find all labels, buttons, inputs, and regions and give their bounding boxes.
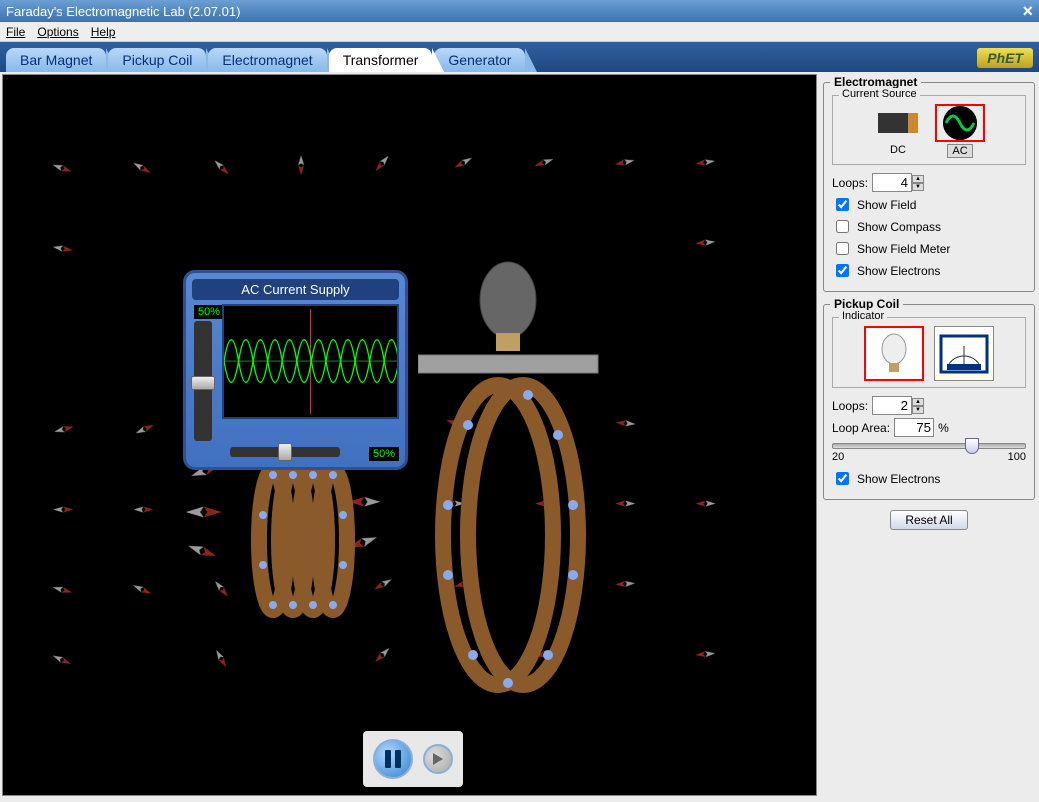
current-source-group: Current Source DC AC <box>832 95 1026 165</box>
em-loops-down[interactable]: ▼ <box>912 183 924 191</box>
ac-current-supply[interactable]: AC Current Supply 50% 50% <box>183 270 408 470</box>
show-field-checkbox[interactable]: Show Field <box>832 195 1026 214</box>
loop-area-label: Loop Area: <box>832 421 890 435</box>
pc-loops-spinner[interactable]: ▲▼ <box>872 396 924 415</box>
tab-transformer[interactable]: Transformer <box>329 48 433 72</box>
em-loops-spinner[interactable]: ▲▼ <box>872 173 924 192</box>
reset-all-button[interactable]: Reset All <box>890 510 967 530</box>
area-max: 100 <box>1008 451 1026 463</box>
dc-label: DC <box>886 144 910 156</box>
step-button[interactable] <box>423 744 453 774</box>
play-controls <box>363 731 463 787</box>
ac-frequency-slider[interactable] <box>230 447 340 457</box>
battery-icon <box>873 104 923 142</box>
electromagnet-group: Electromagnet Current Source DC AC <box>823 82 1035 292</box>
menu-options[interactable]: Options <box>37 25 78 39</box>
tab-strip: Bar Magnet Pickup Coil Electromagnet Tra… <box>0 42 1039 72</box>
loop-area-input[interactable] <box>894 418 934 437</box>
voltmeter-icon <box>939 334 989 374</box>
lightbulb-icon <box>879 333 909 375</box>
pc-loops-label: Loops: <box>832 399 868 413</box>
ac-amplitude-value: 50% <box>194 305 224 319</box>
step-icon <box>433 753 443 765</box>
ac-supply-title: AC Current Supply <box>192 279 399 300</box>
tab-bar-magnet[interactable]: Bar Magnet <box>6 48 106 72</box>
pc-loops-row: Loops: ▲▼ <box>832 396 1026 415</box>
control-panel: Electromagnet Current Source DC AC <box>819 72 1039 798</box>
tab-pickup-coil[interactable]: Pickup Coil <box>108 48 206 72</box>
ac-frequency-value: 50% <box>369 447 399 461</box>
em-loops-input[interactable] <box>872 173 912 192</box>
show-electrons-em-checkbox[interactable]: Show Electrons <box>832 261 1026 280</box>
em-loops-label: Loops: <box>832 176 868 190</box>
pause-button[interactable] <box>373 739 413 779</box>
ac-source-option[interactable]: AC <box>935 104 985 158</box>
pickup-coil-legend: Pickup Coil <box>830 297 903 311</box>
ac-label: AC <box>947 144 972 158</box>
current-source-legend: Current Source <box>839 88 920 100</box>
show-field-meter-checkbox[interactable]: Show Field Meter <box>832 239 1026 258</box>
voltmeter-indicator-option[interactable] <box>934 326 994 381</box>
electromagnet-legend: Electromagnet <box>830 75 921 89</box>
simulation-canvas[interactable]: AC Current Supply 50% 50% <box>2 74 817 796</box>
menu-file[interactable]: File <box>6 25 25 39</box>
pc-loops-up[interactable]: ▲ <box>912 398 924 406</box>
menu-help[interactable]: Help <box>91 25 116 39</box>
ac-waveform-display <box>222 304 399 419</box>
pickup-coil[interactable] <box>418 255 618 695</box>
menu-bar: File Options Help <box>0 22 1039 42</box>
loop-area-row: Loop Area: % <box>832 418 1026 437</box>
dc-source-option[interactable]: DC <box>873 104 923 158</box>
em-loops-up[interactable]: ▲ <box>912 175 924 183</box>
phet-logo[interactable]: PhET <box>977 48 1033 68</box>
tab-generator[interactable]: Generator <box>434 48 525 72</box>
loop-area-unit: % <box>938 421 949 435</box>
magnetic-field-vectors <box>3 75 816 697</box>
pause-icon <box>385 750 401 768</box>
indicator-legend: Indicator <box>839 310 887 322</box>
bulb-indicator-option[interactable] <box>864 326 924 381</box>
pc-loops-down[interactable]: ▼ <box>912 406 924 414</box>
indicator-group: Indicator <box>832 317 1026 388</box>
close-button[interactable]: × <box>1022 1 1033 22</box>
tab-electromagnet[interactable]: Electromagnet <box>208 48 326 72</box>
show-electrons-pc-checkbox[interactable]: Show Electrons <box>832 469 1026 488</box>
electromagnet-coil[interactable] <box>223 455 383 635</box>
title-bar: Faraday's Electromagnetic Lab (2.07.01) … <box>0 0 1039 22</box>
window-title: Faraday's Electromagnetic Lab (2.07.01) <box>6 4 240 19</box>
pickup-coil-group: Pickup Coil Indicator Loops: ▲▼ <box>823 304 1035 500</box>
area-min: 20 <box>832 451 844 463</box>
em-loops-row: Loops: ▲▼ <box>832 173 1026 192</box>
pc-loops-input[interactable] <box>872 396 912 415</box>
main-area: AC Current Supply 50% 50% <box>0 72 1039 798</box>
show-compass-checkbox[interactable]: Show Compass <box>832 217 1026 236</box>
loop-area-slider[interactable] <box>832 443 1026 449</box>
ac-amplitude-slider[interactable] <box>194 321 212 441</box>
ac-source-icon <box>935 104 985 142</box>
